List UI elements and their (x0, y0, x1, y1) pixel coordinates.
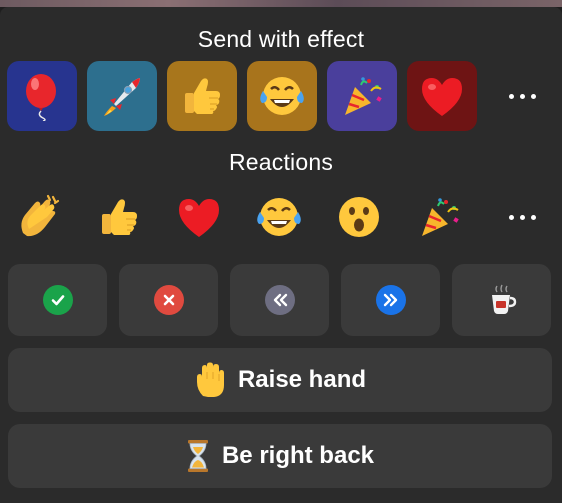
raise-hand-label: Raise hand (237, 366, 367, 393)
coffee-break-button[interactable] (452, 264, 551, 336)
more-effects-button[interactable] (502, 81, 542, 111)
heart-icon (179, 199, 219, 237)
yes-check-icon (42, 285, 73, 315)
thumbs-up-icon (102, 199, 137, 235)
effect-tears-of-joy-button[interactable] (247, 61, 317, 131)
reaction-clap-button[interactable] (14, 192, 64, 242)
reaction-heart-button[interactable] (174, 192, 224, 242)
more-reactions-button[interactable] (502, 202, 542, 232)
be-right-back-button[interactable]: Be right back (8, 424, 552, 488)
effect-party-popper-button[interactable] (327, 61, 397, 131)
reaction-thumbs-up-button[interactable] (94, 192, 144, 242)
reaction-tears-of-joy-button[interactable] (254, 192, 304, 242)
window-top-edge (0, 0, 562, 7)
speed-up-icon (375, 285, 406, 315)
reaction-party-popper-button[interactable] (414, 192, 464, 242)
more-horizontal-icon (508, 214, 536, 220)
hourglass-icon (187, 440, 208, 472)
open-mouth-icon (339, 197, 379, 237)
party-popper-icon (422, 198, 459, 236)
effect-rocket-button[interactable] (87, 61, 157, 131)
raise-hand-button[interactable]: Raise hand (8, 348, 552, 412)
coffee-cup-icon (491, 284, 516, 314)
more-horizontal-icon (508, 93, 536, 99)
speed-up-button[interactable] (341, 264, 440, 336)
effect-balloon-button[interactable] (7, 61, 77, 131)
raised-hand-icon (196, 362, 224, 397)
tears-of-joy-icon (257, 198, 301, 236)
tears-of-joy-icon (260, 77, 304, 115)
slow-down-button[interactable] (230, 264, 329, 336)
reaction-open-mouth-button[interactable] (334, 192, 384, 242)
balloon-icon (26, 74, 56, 121)
send-with-effect-title: Send with effect (197, 26, 365, 52)
reactions-title: Reactions (228, 149, 334, 175)
clapping-hands-icon (21, 194, 60, 237)
effect-heart-button[interactable] (407, 61, 477, 131)
thumbs-up-icon (185, 78, 220, 114)
no-button[interactable] (119, 264, 218, 336)
no-x-icon (153, 285, 184, 315)
heart-icon (422, 78, 462, 116)
effect-thumbs-up-button[interactable] (167, 61, 237, 131)
yes-button[interactable] (8, 264, 107, 336)
rocket-icon (104, 78, 140, 116)
slow-down-icon (264, 285, 295, 315)
party-popper-icon (345, 77, 382, 115)
be-right-back-label: Be right back (221, 442, 375, 469)
